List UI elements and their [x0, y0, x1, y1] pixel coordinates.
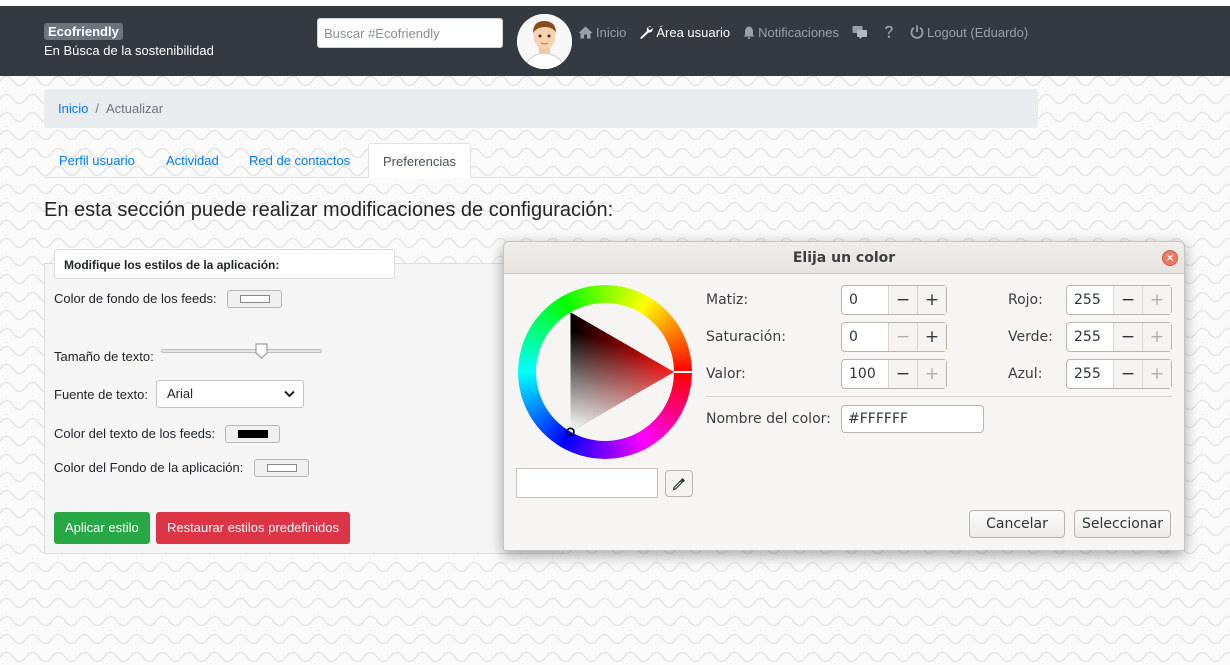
- app-bg-swatch: [266, 464, 297, 472]
- nav-home-label: Inicio: [596, 24, 627, 40]
- value-value[interactable]: 100: [842, 360, 888, 388]
- green-increment-button[interactable]: +: [1142, 323, 1171, 351]
- nav-chat-link[interactable]: [852, 25, 871, 39]
- wrench-icon: [640, 26, 654, 39]
- home-icon: [578, 26, 593, 38]
- dialog-title: Elija un color: [792, 250, 896, 266]
- chevron-down-icon: [284, 390, 295, 398]
- blue-increment-button[interactable]: +: [1142, 360, 1171, 388]
- saturation-decrement-button[interactable]: −: [888, 323, 917, 351]
- green-spinbox[interactable]: 255 − +: [1066, 322, 1172, 352]
- help-icon: [885, 25, 893, 38]
- tab-bar: Perfil usuario Actividad Red de contacto…: [44, 143, 1038, 178]
- value-increment-button[interactable]: +: [917, 360, 946, 388]
- color-name-label: Nombre del color:: [706, 411, 831, 427]
- text-size-slider[interactable]: [161, 343, 322, 359]
- reset-styles-button[interactable]: Restaurar estilos predefinidos: [156, 512, 350, 544]
- hue-label: Matiz:: [706, 292, 749, 308]
- avatar[interactable]: [517, 14, 572, 69]
- styles-legend: Modifique los estilos de la aplicación:: [54, 249, 395, 279]
- breadcrumb-current: Actualizar: [105, 101, 164, 116]
- breadcrumb-separator: /: [95, 101, 99, 116]
- select-button[interactable]: Seleccionar: [1074, 510, 1171, 538]
- section-title: En esta sección puede realizar modificac…: [44, 199, 614, 221]
- slider-thumb[interactable]: [255, 343, 268, 359]
- green-label: Verde:: [1008, 329, 1053, 345]
- close-icon[interactable]: ×: [1162, 250, 1178, 266]
- eyedropper-button[interactable]: [665, 470, 693, 497]
- blue-label: Azul:: [1008, 366, 1043, 382]
- text-size-label: Tamaño de texto:: [54, 349, 154, 364]
- saturation-value[interactable]: 0: [842, 323, 888, 351]
- color-name-input[interactable]: #FFFFFF: [841, 405, 984, 433]
- slider-track: [161, 349, 322, 353]
- feed-text-color-button[interactable]: [225, 425, 280, 443]
- font-select[interactable]: Arial: [156, 380, 304, 408]
- green-value[interactable]: 255: [1067, 323, 1113, 351]
- hue-decrement-button[interactable]: −: [888, 286, 917, 314]
- feed-bg-swatch: [239, 295, 270, 303]
- saturation-increment-button[interactable]: +: [917, 323, 946, 351]
- blue-value[interactable]: 255: [1067, 360, 1113, 388]
- power-icon: [910, 25, 924, 39]
- red-increment-button[interactable]: +: [1142, 286, 1171, 314]
- nav-user-area-link[interactable]: Área usuario: [639, 25, 730, 40]
- hue-value[interactable]: 0: [842, 286, 888, 314]
- tab-preferences[interactable]: Preferencias: [368, 143, 471, 178]
- red-decrement-button[interactable]: −: [1113, 286, 1142, 314]
- nav-home-link[interactable]: Inicio: [578, 25, 626, 40]
- tab-activity[interactable]: Actividad: [152, 143, 233, 178]
- app-bg-label: Color del Fondo de la aplicación:: [54, 460, 244, 475]
- styles-panel: [44, 263, 564, 554]
- apply-style-button[interactable]: Aplicar estilo: [54, 512, 150, 544]
- red-value[interactable]: 255: [1067, 286, 1113, 314]
- feed-text-color-label: Color del texto de los feeds:: [54, 426, 216, 441]
- nav-help-link[interactable]: [884, 25, 897, 39]
- nav-user-area-label: Área usuario: [656, 24, 731, 40]
- nav-notifications-link[interactable]: Notificaciones: [743, 25, 839, 40]
- font-select-value: Arial: [167, 386, 194, 401]
- nav-logout-link[interactable]: Logout (Eduardo): [910, 25, 1028, 40]
- value-decrement-button[interactable]: −: [888, 360, 917, 388]
- chat-icon: [852, 26, 868, 39]
- color-chooser-dialog: Elija un color × Matiz: 0 − + Saturación…: [503, 241, 1185, 551]
- hue-spinbox[interactable]: 0 − +: [841, 285, 947, 315]
- saturation-label: Saturación:: [706, 329, 786, 345]
- navbar: Ecofriendly En Búsca de la sostenibilida…: [0, 6, 1230, 76]
- bell-icon: [743, 26, 755, 39]
- value-label: Valor:: [706, 366, 746, 382]
- hue-increment-button[interactable]: +: [917, 286, 946, 314]
- green-decrement-button[interactable]: −: [1113, 323, 1142, 351]
- saturation-spinbox[interactable]: 0 − +: [841, 322, 947, 352]
- breadcrumb: Inicio / Actualizar: [44, 89, 1038, 128]
- nav-logout-label: Logout (Eduardo): [927, 24, 1029, 40]
- nav-links: Inicio Área usuario Notificaciones Logou…: [578, 23, 1041, 41]
- tab-profile[interactable]: Perfil usuario: [45, 143, 149, 178]
- feed-bg-label: Color de fondo de los feeds:: [54, 291, 217, 306]
- breadcrumb-home-link[interactable]: Inicio: [58, 101, 88, 116]
- brand-badge[interactable]: Ecofriendly: [44, 23, 123, 40]
- blue-spinbox[interactable]: 255 − +: [1066, 359, 1172, 389]
- cancel-button[interactable]: Cancelar: [969, 510, 1065, 538]
- value-spinbox[interactable]: 100 − +: [841, 359, 947, 389]
- color-preview-swatch: [516, 468, 658, 498]
- eyedropper-icon: [672, 477, 685, 490]
- nav-notifications-label: Notificaciones: [758, 24, 840, 40]
- app-bg-color-button[interactable]: [254, 459, 309, 477]
- font-label: Fuente de texto:: [54, 387, 148, 402]
- dialog-separator: [706, 396, 1172, 397]
- red-label: Rojo:: [1008, 292, 1043, 308]
- brand-tagline: En Búsca de la sostenibilidad: [44, 43, 214, 58]
- feed-text-swatch: [237, 430, 268, 438]
- avatar-image: [517, 14, 572, 69]
- blue-decrement-button[interactable]: −: [1113, 360, 1142, 388]
- red-spinbox[interactable]: 255 − +: [1066, 285, 1172, 315]
- feed-bg-color-button[interactable]: [227, 290, 282, 308]
- dialog-titlebar: Elija un color ×: [504, 242, 1184, 274]
- tab-contacts[interactable]: Red de contactos: [235, 143, 364, 178]
- color-wheel[interactable]: [518, 285, 692, 459]
- search-input[interactable]: [317, 18, 503, 48]
